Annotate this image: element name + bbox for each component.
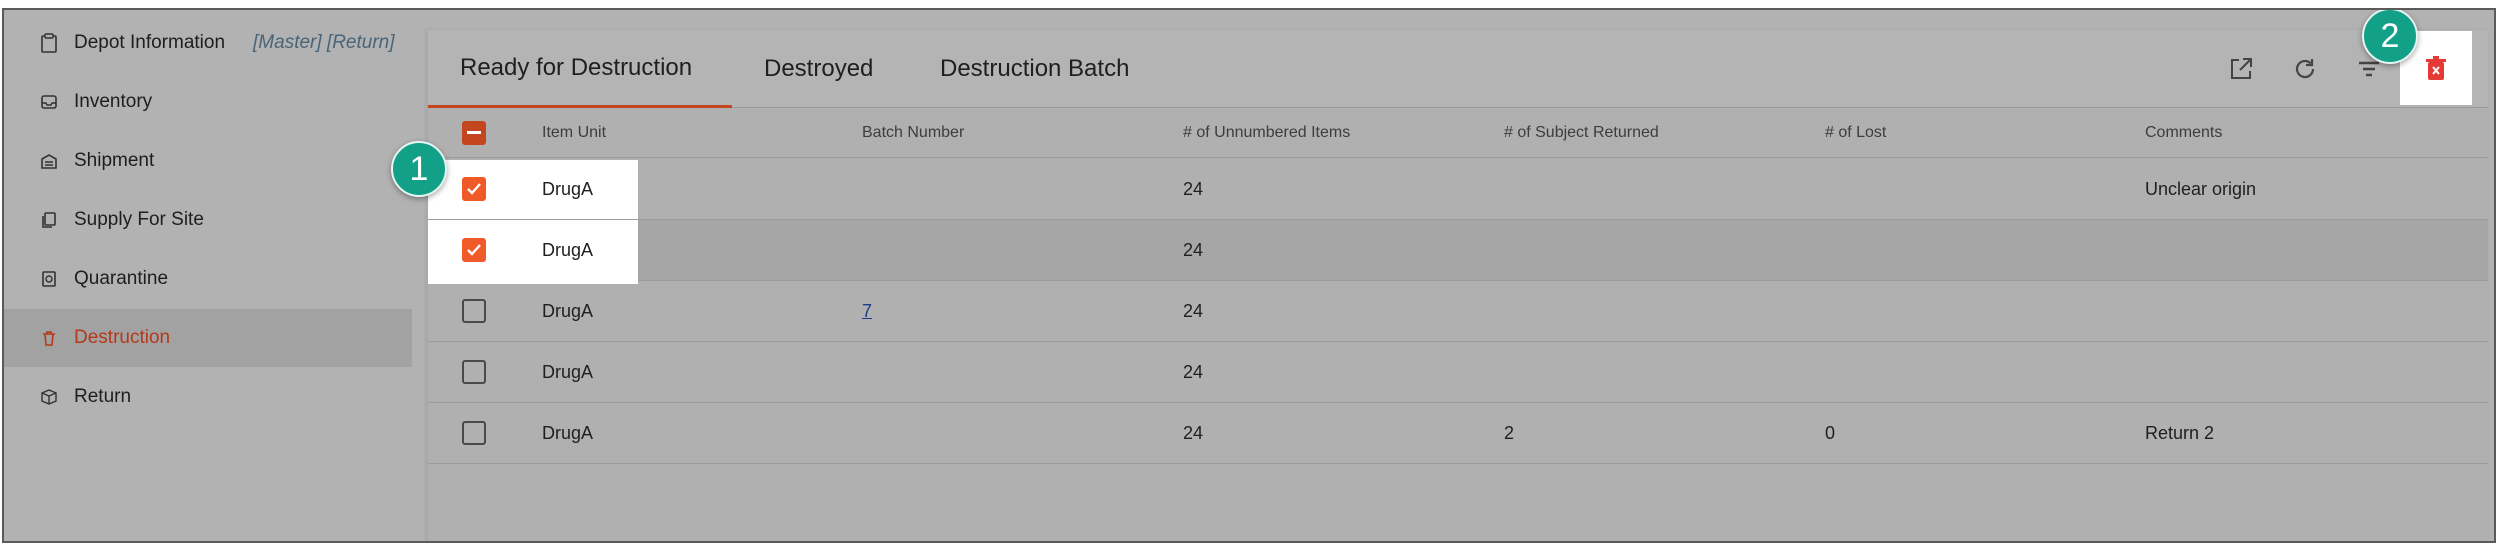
- sidebar-item-inventory[interactable]: Inventory: [4, 73, 412, 131]
- table-row[interactable]: DrugA 7 24: [428, 281, 2488, 342]
- tab-ready-for-destruction[interactable]: Ready for Destruction: [428, 30, 732, 108]
- inbox-icon: [38, 91, 60, 113]
- table-row[interactable]: DrugA 24 Unclear origin: [428, 159, 2488, 220]
- row-checkbox[interactable]: [462, 281, 486, 341]
- copy-icon: [38, 209, 60, 231]
- col-subject-returned[interactable]: # of Subject Returned: [1504, 108, 1659, 158]
- tab-bar: Ready for Destruction Destroyed Destruct…: [428, 30, 2488, 108]
- batch-number-cell: 7: [862, 281, 872, 341]
- table-header: Item Unit Batch Number # of Unnumbered I…: [428, 108, 2488, 158]
- col-item-unit[interactable]: Item Unit: [542, 108, 606, 158]
- sidebar-item-label: Return: [74, 386, 132, 407]
- quarantine-icon: [38, 268, 60, 290]
- sidebar-item-label: Supply For Site: [74, 209, 204, 230]
- sidebar-item-quarantine[interactable]: Quarantine: [4, 250, 412, 308]
- comments-cell: Unclear origin: [2145, 178, 2257, 199]
- item-unit-cell: DrugA: [542, 178, 594, 199]
- unnumbered-cell: 24: [1183, 361, 1204, 382]
- selection-highlight: [428, 220, 638, 282]
- app-window: Depot Information [Master] [Return] Inve…: [2, 8, 2496, 543]
- warehouse-icon: [38, 150, 60, 172]
- unnumbered-cell: 24: [1183, 422, 1204, 443]
- trash-icon: [38, 327, 60, 349]
- sidebar-item-depot-information[interactable]: Depot Information [Master] [Return]: [4, 14, 412, 72]
- col-batch-number[interactable]: Batch Number: [862, 108, 964, 158]
- table-row[interactable]: DrugA 24: [428, 342, 2488, 403]
- unnumbered-cell: 24: [1183, 300, 1204, 321]
- sidebar-item-label: Quarantine: [74, 268, 169, 289]
- sidebar-item-supply-for-site[interactable]: Supply For Site: [4, 191, 412, 249]
- row-checkbox[interactable]: [462, 220, 486, 280]
- select-all-checkbox[interactable]: [462, 108, 486, 158]
- sidebar-item-label: Inventory: [74, 91, 153, 112]
- lost-cell: 0: [1825, 422, 1836, 443]
- sidebar: Depot Information [Master] [Return] Inve…: [4, 10, 412, 541]
- comments-cell: Return 2: [2145, 422, 2215, 443]
- sidebar-item-label: Shipment: [74, 150, 155, 171]
- unnumbered-cell: 24: [1183, 178, 1204, 199]
- sidebar-item-shipment[interactable]: Shipment: [4, 132, 412, 190]
- main-panel: Ready for Destruction Destroyed Destruct…: [428, 30, 2488, 541]
- callout-badge-2: 2: [2362, 10, 2418, 64]
- col-comments[interactable]: Comments: [2145, 108, 2222, 158]
- tab-destruction-batch[interactable]: Destruction Batch: [940, 30, 1129, 108]
- item-unit-cell: DrugA: [542, 300, 594, 321]
- depot-tags: [Master] [Return]: [253, 32, 395, 53]
- sidebar-item-label: Depot Information: [74, 32, 226, 53]
- tab-destroyed[interactable]: Destroyed: [764, 30, 873, 108]
- sidebar-item-label: Destruction: [74, 327, 171, 348]
- row-checkbox[interactable]: [462, 403, 486, 463]
- unnumbered-cell: 24: [1183, 239, 1204, 260]
- row-checkbox[interactable]: [462, 159, 486, 219]
- clipboard-icon: [38, 32, 60, 54]
- box-icon: [38, 386, 60, 408]
- open-in-new-icon[interactable]: [2224, 52, 2258, 86]
- item-unit-cell: DrugA: [542, 239, 594, 260]
- table-row[interactable]: DrugA 24: [428, 220, 2488, 282]
- refresh-icon[interactable]: [2288, 52, 2322, 86]
- table-row[interactable]: DrugA 24 2 0 Return 2: [428, 403, 2488, 464]
- col-lost[interactable]: # of Lost: [1825, 108, 1886, 158]
- callout-badge-1: 1: [391, 141, 447, 197]
- item-unit-cell: DrugA: [542, 361, 594, 382]
- batch-number-link[interactable]: 7: [862, 301, 872, 322]
- col-unnumbered-items[interactable]: # of Unnumbered Items: [1183, 108, 1350, 158]
- row-checkbox[interactable]: [462, 342, 486, 402]
- sidebar-item-destruction[interactable]: Destruction: [4, 309, 412, 367]
- delete-icon[interactable]: [2419, 52, 2453, 86]
- sidebar-item-return[interactable]: Return: [4, 368, 412, 426]
- subject-returned-cell: 2: [1504, 422, 1515, 443]
- item-unit-cell: DrugA: [542, 422, 594, 443]
